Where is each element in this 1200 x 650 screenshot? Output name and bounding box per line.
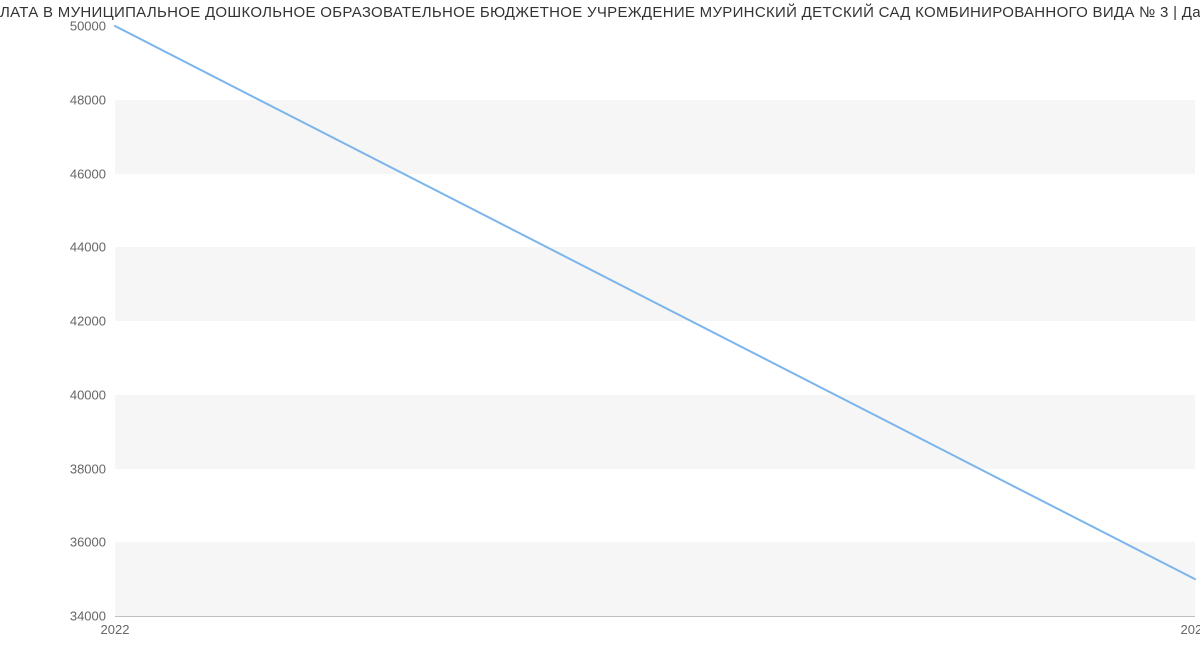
plot-area bbox=[115, 26, 1195, 616]
y-tick-label: 48000 bbox=[16, 92, 106, 107]
y-tick-label: 40000 bbox=[16, 387, 106, 402]
y-tick-label: 50000 bbox=[16, 19, 106, 34]
y-tick-label: 42000 bbox=[16, 314, 106, 329]
x-tick-label: 2024 bbox=[1181, 622, 1200, 637]
chart-title: ЛАТА В МУНИЦИПАЛЬНОЕ ДОШКОЛЬНОЕ ОБРАЗОВА… bbox=[0, 4, 1200, 21]
x-axis-line bbox=[115, 616, 1195, 617]
y-tick-label: 44000 bbox=[16, 240, 106, 255]
y-tick-label: 34000 bbox=[16, 609, 106, 624]
y-tick-label: 38000 bbox=[16, 461, 106, 476]
y-tick-label: 36000 bbox=[16, 535, 106, 550]
series-1-path bbox=[115, 26, 1195, 579]
line-series-svg bbox=[115, 26, 1195, 616]
chart-container: ЛАТА В МУНИЦИПАЛЬНОЕ ДОШКОЛЬНОЕ ОБРАЗОВА… bbox=[0, 0, 1200, 650]
y-tick-label: 46000 bbox=[16, 166, 106, 181]
x-tick-label: 2022 bbox=[101, 622, 130, 637]
